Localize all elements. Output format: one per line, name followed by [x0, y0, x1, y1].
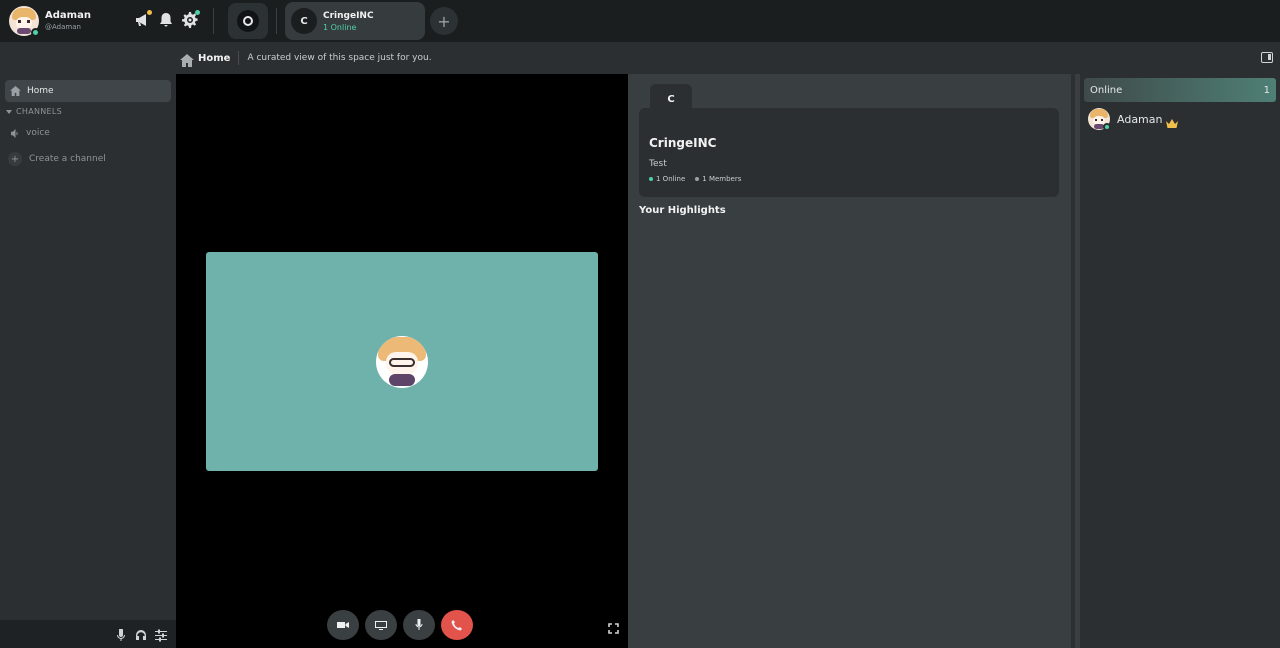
sidebar-item-voice[interactable]: voice — [11, 128, 50, 138]
online-status-dot — [31, 28, 40, 37]
category-label: CHANNELS — [16, 107, 63, 116]
headphones-icon[interactable] — [135, 627, 147, 640]
divider — [276, 8, 277, 34]
space-name: CringeINC — [649, 136, 717, 150]
explore-icon — [237, 10, 259, 32]
page-description: A curated view of this space just for yo… — [247, 53, 432, 63]
screen-share-button[interactable] — [365, 610, 397, 640]
space-info-card: CringeINC Test 1 Online 1 Members — [639, 108, 1059, 197]
server-icon: C — [291, 8, 317, 34]
highlights-heading: Your Highlights — [639, 205, 726, 216]
microphone-icon[interactable] — [115, 627, 127, 641]
camera-button[interactable] — [327, 610, 359, 640]
breadcrumb: Home A curated view of this space just f… — [180, 51, 432, 67]
space-home-content: C CringeINC Test 1 Online 1 Members Your… — [628, 74, 1080, 648]
server-online-count: 1 Online — [323, 22, 357, 32]
online-section-header[interactable]: Online 1 — [1084, 78, 1276, 102]
page-title: Home — [198, 52, 231, 64]
server-name: CringeINC — [323, 10, 374, 21]
member-name: Adaman — [1117, 112, 1163, 126]
bell-icon[interactable] — [157, 10, 175, 30]
screen-share-icon — [375, 621, 387, 630]
microphone-button[interactable] — [403, 610, 435, 640]
chevron-down-icon — [6, 109, 12, 114]
avatar[interactable] — [9, 6, 40, 37]
user-name: Adaman — [45, 10, 91, 21]
channel-label: voice — [26, 128, 50, 138]
create-channel-label: Create a channel — [29, 154, 106, 164]
channel-sidebar: Home CHANNELS voice + Create a channel — [0, 74, 176, 648]
members-stat: 1 Members — [695, 175, 741, 183]
user-handle: @Adaman — [45, 23, 81, 31]
channels-category[interactable]: CHANNELS — [6, 107, 62, 116]
create-channel-button[interactable]: + Create a channel — [8, 152, 106, 166]
fullscreen-icon[interactable] — [608, 619, 619, 634]
sidebar-item-home[interactable]: Home — [5, 80, 171, 102]
online-header-count: 1 — [1263, 84, 1270, 96]
gear-icon[interactable] — [181, 10, 200, 30]
space-description: Test — [649, 159, 667, 169]
scrollbar[interactable] — [1071, 74, 1075, 648]
top-bar: Adaman @Adaman C CringeINC 1 Online + — [0, 0, 1280, 42]
member-item[interactable]: Adaman — [1088, 108, 1179, 131]
avatar — [1088, 108, 1111, 131]
microphone-icon — [415, 619, 423, 630]
divider — [213, 8, 214, 34]
space-icon: C — [650, 84, 692, 110]
sidebar-item-label: Home — [27, 86, 54, 96]
member-list-panel: Online 1 Adaman — [1080, 74, 1280, 648]
members-stat-label: 1 Members — [702, 175, 742, 183]
add-server-button[interactable]: + — [430, 7, 458, 35]
crown-icon — [1166, 114, 1179, 128]
online-header-label: Online — [1090, 84, 1123, 96]
call-controls — [327, 610, 473, 640]
explore-button[interactable] — [228, 3, 268, 39]
online-status-dot — [1103, 123, 1111, 131]
participant-video-tile[interactable] — [206, 252, 598, 471]
speaker-icon — [11, 128, 18, 138]
plus-icon: + — [8, 152, 22, 166]
megaphone-icon[interactable] — [133, 10, 152, 30]
settings-sliders-icon[interactable] — [155, 627, 167, 642]
hang-up-button[interactable] — [441, 610, 473, 640]
home-icon — [180, 52, 194, 67]
user-profile[interactable]: Adaman @Adaman — [9, 6, 91, 37]
participant-avatar — [376, 336, 428, 388]
home-icon — [10, 86, 21, 96]
server-tab-cringeinc[interactable]: C CringeINC 1 Online — [285, 2, 425, 40]
online-stat-label: 1 Online — [656, 175, 686, 183]
breadcrumb-bar: Home A curated view of this space just f… — [0, 42, 1280, 74]
voice-controls-bar — [0, 620, 176, 648]
camera-icon — [337, 622, 349, 628]
hang-up-icon — [451, 620, 462, 631]
toggle-member-panel-icon[interactable] — [1261, 52, 1273, 63]
online-stat: 1 Online — [649, 175, 685, 183]
video-call-area — [176, 74, 628, 648]
space-stats: 1 Online 1 Members — [649, 175, 741, 183]
